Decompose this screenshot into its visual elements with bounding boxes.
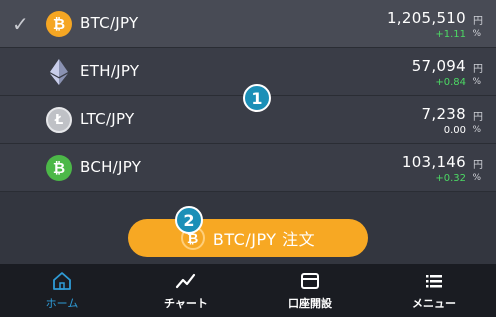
menu-icon (426, 274, 442, 287)
chart-icon (175, 273, 196, 288)
tab-label: 口座開設 (288, 296, 332, 310)
price-unit: 円 (473, 160, 483, 171)
change-percent-sign: % (472, 125, 481, 135)
tab-label: ホーム (45, 296, 79, 310)
tab-home[interactable]: ホーム (0, 264, 124, 317)
pair-price: 7,238 (421, 105, 466, 123)
pair-change: +0.84 (435, 77, 466, 88)
price-unit: 円 (473, 16, 483, 27)
pair-price: 1,205,510 (386, 9, 466, 27)
pair-price: 103,146 (401, 153, 466, 171)
callout-badge-2: 2 (175, 206, 203, 234)
pair-change: +0.32 (435, 173, 466, 184)
pair-name: ETH/JPY (80, 62, 140, 80)
order-button[interactable]: ₿ BTC/JPY 注文 (128, 219, 368, 257)
tab-label: メニュー (412, 296, 456, 310)
home-icon (53, 271, 71, 290)
tab-label: チャート (164, 296, 208, 310)
pair-name: LTC/JPY (80, 110, 135, 128)
tab-account-opening[interactable]: 口座開設 (248, 264, 372, 317)
pair-row-bch[interactable]: ₿ BCH/JPY 103,146 円 +0.32 % (0, 144, 496, 192)
callout-badge-1: 1 (243, 84, 271, 112)
change-percent-sign: % (472, 77, 481, 87)
pair-name: BTC/JPY (80, 14, 139, 32)
bottom-tab-bar: ホーム チャート 口座開設 メニュー (0, 264, 496, 317)
pair-row-btc[interactable]: ✓ ₿ BTC/JPY 1,205,510 円 +1.11 % (0, 0, 496, 48)
change-percent-sign: % (472, 173, 481, 183)
tab-menu[interactable]: メニュー (372, 264, 496, 317)
pair-change: +1.11 (435, 29, 466, 40)
pair-name: BCH/JPY (80, 158, 142, 176)
account-card-icon (301, 272, 319, 289)
bitcoin-icon: ₿ (46, 11, 72, 37)
bitcoin-cash-icon: ₿ (46, 155, 72, 181)
price-unit: 円 (473, 64, 483, 75)
price-unit: 円 (473, 112, 483, 123)
order-button-label: BTC/JPY 注文 (212, 230, 316, 249)
change-percent-sign: % (472, 29, 481, 39)
ethereum-icon (46, 59, 72, 85)
pair-price: 57,094 (411, 57, 466, 75)
checkmark-icon: ✓ (12, 12, 29, 36)
tab-chart[interactable]: チャート (124, 264, 248, 317)
pair-change: 0.00 (443, 125, 466, 136)
litecoin-icon: Ł (46, 107, 72, 133)
